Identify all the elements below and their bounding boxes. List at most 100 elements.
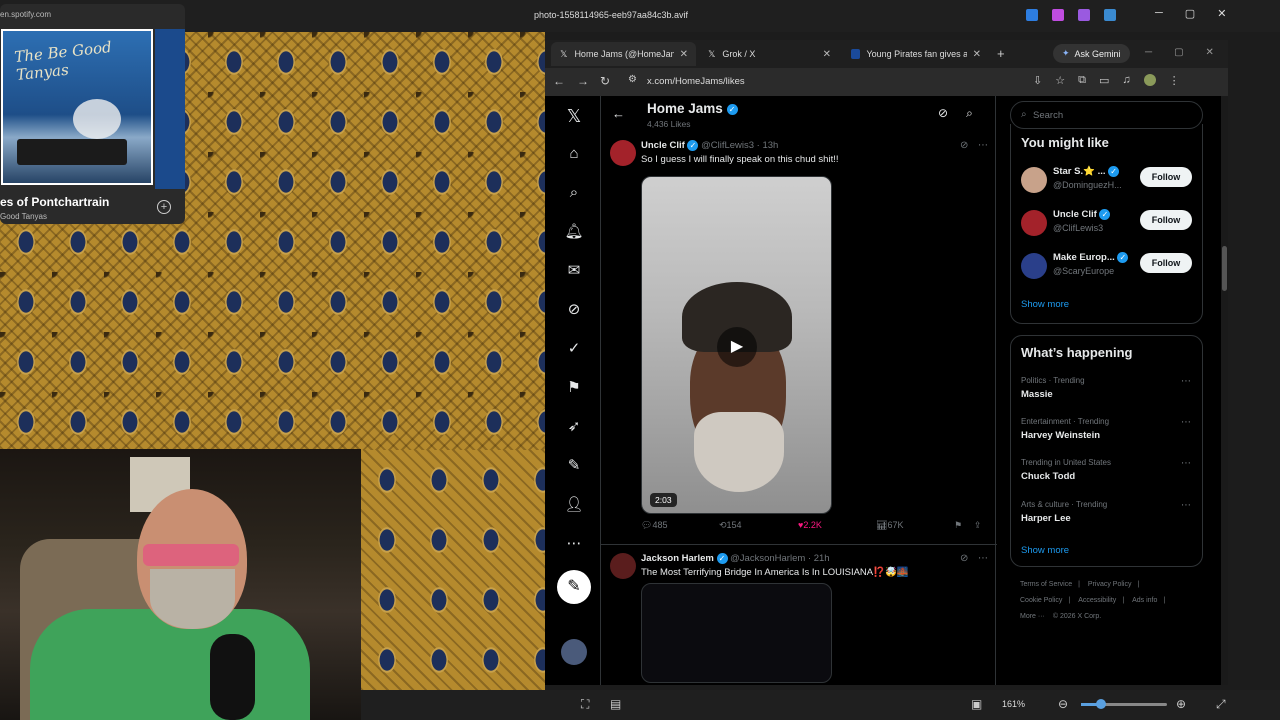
bookmark-icon[interactable]: ⚑ bbox=[954, 520, 962, 531]
fit-icon[interactable]: ▣ bbox=[971, 697, 982, 711]
media-controls-icon[interactable]: ♫ bbox=[1122, 74, 1130, 87]
tweet[interactable]: Uncle Clif ✓ @ClifLewis3 · 13h ⊘ ⋯ So I … bbox=[601, 140, 997, 540]
show-more-link[interactable]: Show more bbox=[1021, 299, 1069, 310]
search-icon[interactable]: ⌕ bbox=[966, 106, 973, 121]
share-icon[interactable]: ⇪ bbox=[974, 520, 982, 531]
more-icon[interactable]: ⋯ bbox=[1181, 458, 1191, 469]
trend-item[interactable]: Entertainment · Trending Harvey Weinstei… bbox=[1011, 417, 1204, 455]
bookmark-star-icon[interactable]: ☆ bbox=[1055, 74, 1065, 87]
handle[interactable]: @JacksonHarlem bbox=[730, 553, 805, 564]
handle[interactable]: @ClifLewis3 bbox=[701, 140, 754, 151]
new-tab-button[interactable]: + bbox=[997, 46, 1005, 61]
copilot-icon[interactable] bbox=[1052, 9, 1064, 21]
search-icon[interactable]: ⌕ bbox=[564, 183, 584, 203]
edit-icon[interactable] bbox=[1026, 9, 1038, 21]
ask-gemini-button[interactable]: ✦ Ask Gemini bbox=[1053, 44, 1130, 63]
forward-icon[interactable]: → bbox=[577, 74, 589, 88]
trend-item[interactable]: Arts & culture · Trending Harper Lee ⋯ bbox=[1011, 500, 1204, 538]
scan-icon[interactable]: ▤ bbox=[610, 697, 621, 711]
footer-link[interactable]: Accessibility bbox=[1078, 597, 1116, 604]
account-name[interactable]: Make Europ... ✓ bbox=[1053, 252, 1129, 263]
extensions-icon[interactable]: ⧉ bbox=[1078, 74, 1086, 87]
tweet-media[interactable] bbox=[641, 583, 832, 683]
close-tab-icon[interactable]: ✕ bbox=[973, 49, 981, 60]
close-icon[interactable]: ✕ bbox=[1217, 7, 1226, 20]
more-icon[interactable]: ⋯ bbox=[1181, 376, 1191, 387]
like-button[interactable]: ♥ 2.2K bbox=[798, 520, 822, 530]
jobs-icon[interactable]: ➶ bbox=[564, 417, 584, 437]
avatar[interactable] bbox=[610, 553, 636, 579]
timestamp[interactable]: · 21h bbox=[808, 553, 830, 564]
footer-link[interactable]: Terms of Service bbox=[1020, 581, 1072, 588]
scrollbar-thumb[interactable] bbox=[1222, 246, 1227, 291]
account-avatar[interactable] bbox=[561, 639, 587, 665]
video-player[interactable]: ▶ 2:03 bbox=[641, 176, 832, 514]
minimize-icon[interactable]: ─ bbox=[1145, 47, 1152, 58]
show-more-link[interactable]: Show more bbox=[1021, 545, 1069, 556]
reload-icon[interactable]: ↻ bbox=[600, 74, 610, 88]
more-icon[interactable]: ⋯ bbox=[1181, 417, 1191, 428]
profile-avatar[interactable] bbox=[1143, 74, 1156, 86]
gallery-icon[interactable] bbox=[1078, 9, 1090, 21]
page-scrollbar[interactable] bbox=[1221, 96, 1228, 685]
avatar[interactable] bbox=[610, 140, 636, 166]
close-icon[interactable]: ✕ bbox=[1206, 47, 1214, 58]
follow-button[interactable]: Follow bbox=[1140, 210, 1192, 230]
views-button[interactable]: 📊︎ 67K bbox=[876, 520, 903, 531]
avatar[interactable] bbox=[1021, 167, 1047, 193]
zoom-out-icon[interactable]: ⊖ bbox=[1058, 697, 1068, 711]
display-name[interactable]: Jackson Harlem bbox=[641, 553, 714, 564]
artist-name[interactable]: Good Tanyas bbox=[0, 212, 47, 221]
site-info-icon[interactable]: ⚙ bbox=[628, 74, 637, 85]
crop-icon[interactable]: ⛶ bbox=[581, 697, 589, 712]
post-button[interactable]: ✎ bbox=[557, 570, 591, 604]
maximize-icon[interactable]: ▢ bbox=[1174, 47, 1183, 58]
tab-grok[interactable]: 𝕏 Grok / X ✕ bbox=[699, 42, 839, 66]
articles-icon[interactable]: ✎ bbox=[564, 456, 584, 476]
reply-button[interactable]: 💬︎ 485 bbox=[641, 520, 667, 531]
tab-pirates[interactable]: Young Pirates fan gives awa ✕ bbox=[843, 42, 989, 66]
suggested-account[interactable]: Make Europ... ✓ @ScaryEurope Follow bbox=[1011, 246, 1204, 286]
back-arrow-icon[interactable]: ← bbox=[612, 106, 625, 121]
split-view-icon[interactable]: ▭ bbox=[1099, 74, 1109, 87]
zoom-slider[interactable] bbox=[1081, 703, 1167, 706]
grok-icon[interactable]: ⊘ bbox=[938, 106, 948, 121]
back-icon[interactable]: ← bbox=[553, 74, 565, 88]
install-app-icon[interactable]: ⇩ bbox=[1033, 74, 1042, 87]
footer-link[interactable]: Privacy Policy bbox=[1088, 581, 1132, 588]
more-icon[interactable]: ⋯ bbox=[1181, 500, 1191, 511]
avatar[interactable] bbox=[1021, 210, 1047, 236]
suggested-account[interactable]: Star S.⭐ ... ✓ @DominguezH... Follow bbox=[1011, 160, 1204, 200]
zoom-level[interactable]: 161% bbox=[1002, 699, 1025, 709]
home-icon[interactable]: ⌂ bbox=[564, 144, 584, 164]
song-title[interactable]: es of Pontchartrain bbox=[0, 195, 109, 209]
profile-icon[interactable]: 👤︎ bbox=[564, 495, 584, 515]
messages-icon[interactable]: ✉ bbox=[564, 261, 584, 281]
grok-icon[interactable]: ⊘ bbox=[960, 553, 968, 564]
trend-item[interactable]: Politics · Trending Massie ⋯ bbox=[1011, 376, 1204, 414]
footer-link[interactable]: More ··· bbox=[1020, 613, 1045, 620]
tweet[interactable]: Jackson Harlem ✓ @JacksonHarlem · 21h ⊘ … bbox=[601, 553, 997, 685]
zoom-in-icon[interactable]: ⊕ bbox=[1176, 697, 1186, 711]
close-tab-icon[interactable]: ✕ bbox=[823, 49, 831, 60]
display-name[interactable]: Uncle Clif bbox=[641, 140, 685, 151]
repost-button[interactable]: ⟲ 154 bbox=[719, 520, 742, 531]
account-name[interactable]: Star S.⭐ ... ✓ bbox=[1053, 166, 1120, 177]
footer-link[interactable]: Cookie Policy bbox=[1020, 597, 1062, 604]
fullscreen-icon[interactable]: ⤢ bbox=[1216, 697, 1226, 712]
trend-item[interactable]: Trending in United States Chuck Todd ⋯ bbox=[1011, 458, 1204, 496]
verified-icon[interactable]: ✓ bbox=[564, 339, 584, 359]
tab-home-jams[interactable]: 𝕏 Home Jams (@HomeJams) / ✕ bbox=[551, 42, 696, 66]
avatar[interactable] bbox=[1021, 253, 1047, 279]
more-icon[interactable]: ⋯ bbox=[978, 553, 988, 564]
close-tab-icon[interactable]: ✕ bbox=[680, 49, 688, 60]
url-field[interactable]: x.com/HomeJams/likes bbox=[647, 76, 745, 87]
notifications-icon[interactable]: 🔔︎ bbox=[564, 222, 584, 242]
cloud-off-icon[interactable] bbox=[1104, 9, 1116, 21]
suggested-account[interactable]: Uncle Clif ✓ @ClifLewis3 Follow bbox=[1011, 203, 1204, 243]
follow-button[interactable]: Follow bbox=[1140, 167, 1192, 187]
play-icon[interactable]: ▶ bbox=[717, 327, 757, 367]
search-input[interactable] bbox=[1033, 108, 1193, 122]
account-name[interactable]: Uncle Clif ✓ bbox=[1053, 209, 1111, 220]
bookmarks-icon[interactable]: ⚑ bbox=[564, 378, 584, 398]
